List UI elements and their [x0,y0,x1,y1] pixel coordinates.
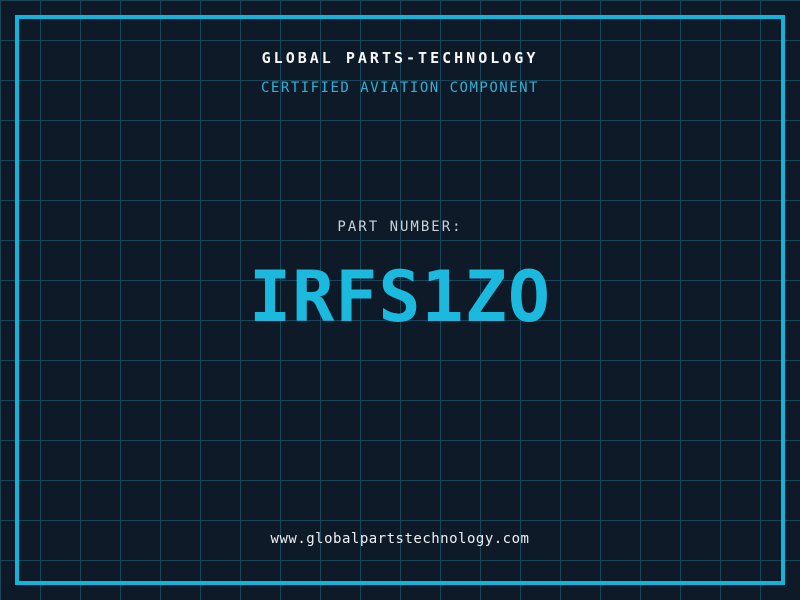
company-title: GLOBAL PARTS-TECHNOLOGY [261,49,539,67]
website-url: www.globalpartstechnology.com [270,531,530,547]
part-number-label: PART NUMBER: [337,219,463,235]
part-number-value: IRFS1ZO [248,256,551,338]
blueprint-label: { "header": { "title": "GLOBAL PARTS-TEC… [0,0,800,600]
certification-subtitle: CERTIFIED AVIATION COMPONENT [260,80,539,96]
